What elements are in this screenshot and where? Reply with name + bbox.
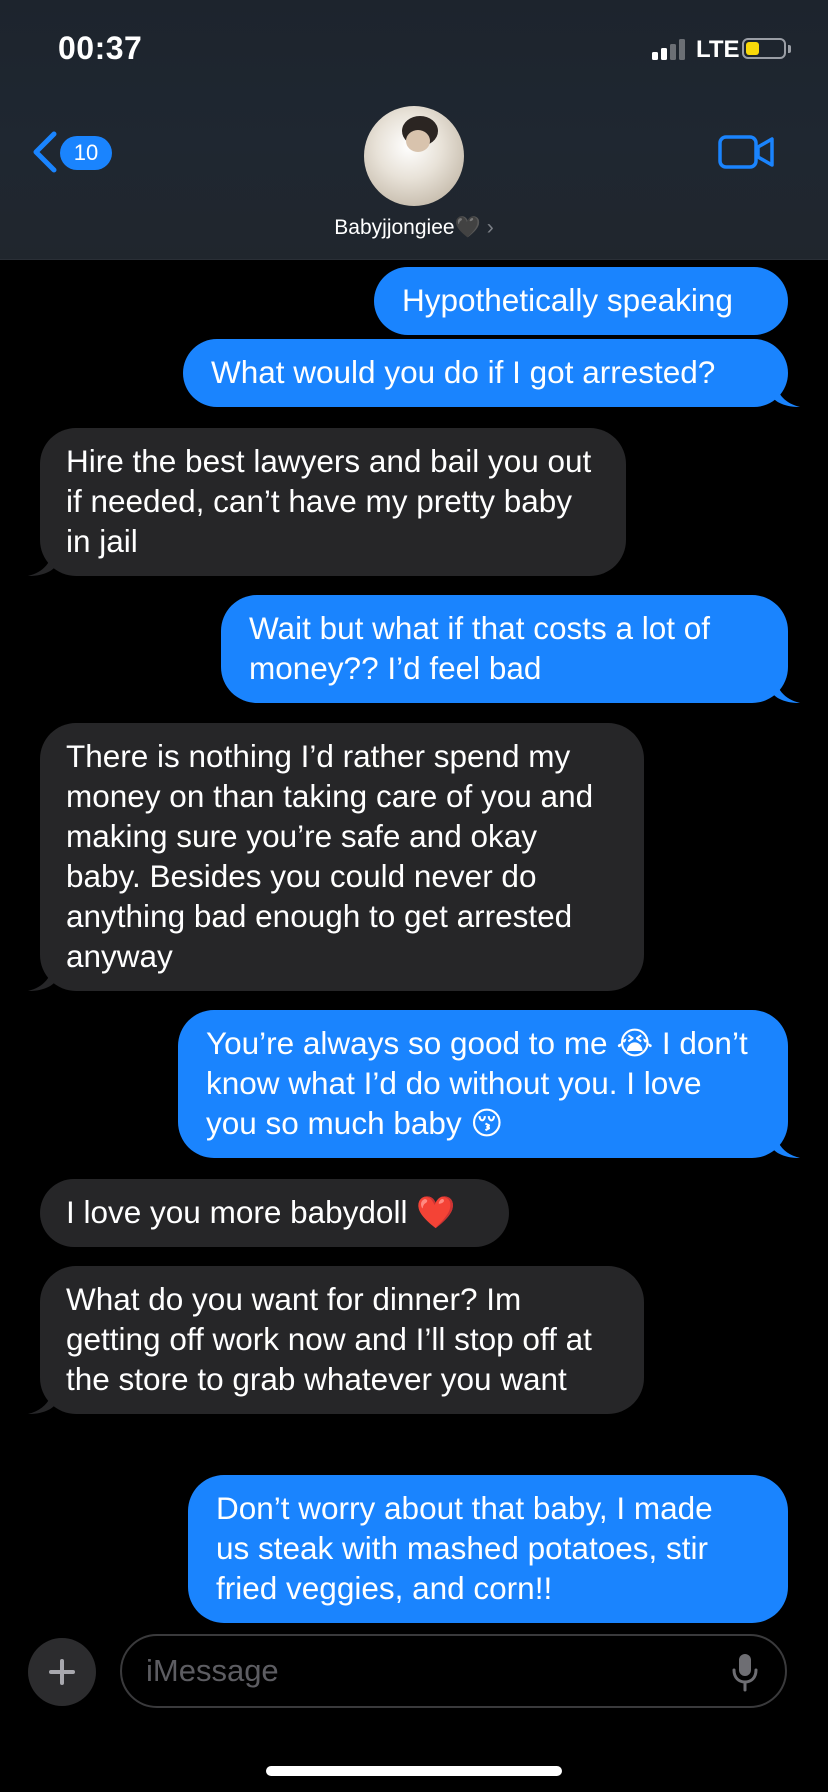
battery-tip bbox=[788, 45, 791, 53]
message-thread[interactable]: Hypothetically speaking What would you d… bbox=[0, 259, 828, 1624]
contact-avatar[interactable] bbox=[364, 106, 464, 206]
message-text: I love you more babydoll ❤️ bbox=[66, 1194, 456, 1230]
message-bubble-outgoing[interactable]: Don’t worry about that baby, I made us s… bbox=[188, 1475, 788, 1623]
message-text: Hire the best lawyers and bail you out i… bbox=[66, 443, 592, 559]
signal-bar bbox=[670, 44, 676, 60]
microphone-icon[interactable] bbox=[730, 1652, 760, 1692]
battery-icon bbox=[742, 38, 786, 59]
avatar-face bbox=[406, 130, 430, 152]
message-bubble-outgoing[interactable]: Hypothetically speaking bbox=[374, 267, 788, 335]
chevron-left-icon[interactable] bbox=[30, 128, 60, 176]
bubble-tail bbox=[28, 546, 54, 576]
message-bubble-incoming[interactable]: Hire the best lawyers and bail you out i… bbox=[28, 428, 626, 576]
network-type: LTE bbox=[696, 36, 740, 63]
bubble-tail bbox=[774, 673, 800, 703]
status-time: 00:37 bbox=[58, 30, 143, 66]
contact-name-label[interactable]: Babyjjongiee🖤 bbox=[334, 216, 480, 239]
message-text: There is nothing I’d rather spend my mon… bbox=[66, 738, 594, 974]
message-text: What do you want for dinner? Im getting … bbox=[66, 1281, 592, 1397]
plus-icon[interactable] bbox=[28, 1638, 96, 1706]
signal-bar bbox=[679, 39, 685, 60]
home-indicator[interactable] bbox=[266, 1766, 562, 1776]
bubble-tail bbox=[774, 377, 800, 407]
message-text: Hypothetically speaking bbox=[402, 282, 733, 318]
bubble-tail bbox=[28, 1384, 54, 1414]
message-bubble-outgoing[interactable]: Wait but what if that costs a lot of mon… bbox=[221, 595, 800, 703]
signal-bar bbox=[661, 48, 667, 60]
bubble-tail bbox=[774, 1128, 800, 1158]
conversation-header: 00:37 LTE 10 Babyjjongiee🖤 › bbox=[0, 0, 828, 260]
battery-level bbox=[746, 42, 759, 55]
message-bubble-incoming[interactable]: There is nothing I’d rather spend my mon… bbox=[28, 723, 644, 991]
contact-name[interactable]: Babyjjongiee🖤 › bbox=[0, 216, 828, 240]
message-bubble-incoming[interactable]: What do you want for dinner? Im getting … bbox=[28, 1266, 644, 1414]
video-camera-icon[interactable] bbox=[718, 134, 774, 170]
imessage-input[interactable] bbox=[120, 1634, 787, 1708]
message-bubble-incoming[interactable]: I love you more babydoll ❤️ bbox=[40, 1179, 509, 1247]
back-unread-count[interactable]: 10 bbox=[60, 136, 112, 170]
message-text: What would you do if I got arrested? bbox=[211, 354, 716, 390]
signal-bar bbox=[652, 52, 658, 60]
message-bubble-outgoing[interactable]: What would you do if I got arrested? bbox=[183, 339, 800, 407]
chevron-right-icon: › bbox=[486, 216, 494, 239]
message-bubble-outgoing[interactable]: You’re always so good to me 😭 I don’t kn… bbox=[178, 1010, 800, 1158]
message-text: Don’t worry about that baby, I made us s… bbox=[216, 1490, 713, 1606]
bubble-tail bbox=[28, 961, 54, 991]
message-text: Wait but what if that costs a lot of mon… bbox=[249, 610, 711, 686]
message-text: You’re always so good to me 😭 I don’t kn… bbox=[206, 1025, 748, 1141]
cellular-signal-icon bbox=[652, 38, 686, 60]
